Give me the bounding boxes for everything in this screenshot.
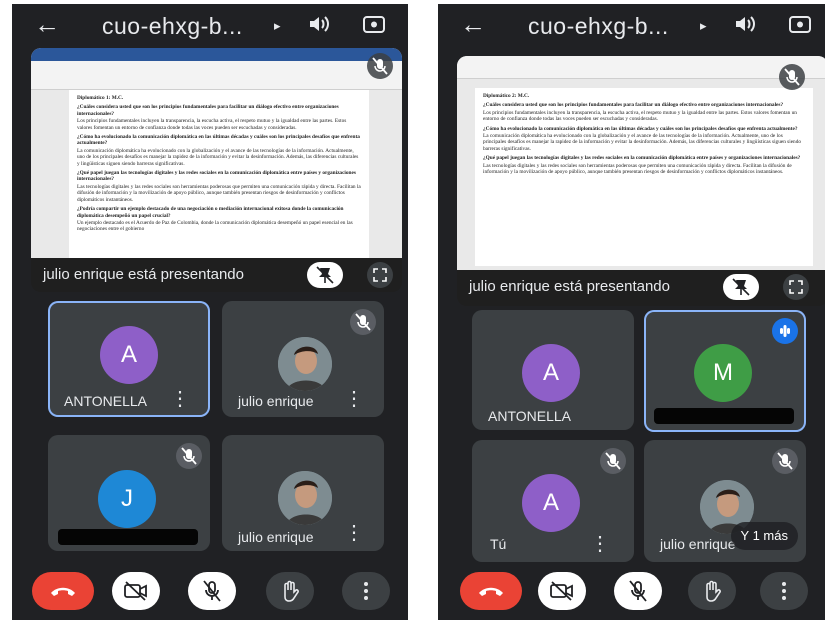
avatar: J: [98, 470, 156, 528]
unpin-button[interactable]: [723, 274, 759, 300]
mic-off-icon: [772, 448, 798, 474]
redacted-name: [58, 529, 198, 545]
presentation-area[interactable]: Diplomático 1: M.C. ¿Cuáles considera us…: [31, 48, 402, 292]
mic-off-button[interactable]: [188, 572, 236, 610]
doc-heading: Diplomático 1: M.C.: [77, 95, 124, 101]
more-options-button[interactable]: [342, 572, 390, 610]
word-toolbar: [457, 56, 825, 79]
participant-tile-you[interactable]: A Tú ⋮: [472, 440, 634, 562]
participant-tile-m[interactable]: M: [644, 310, 806, 432]
presenting-label: julio enrique está presentando: [43, 266, 244, 283]
more-vert-icon[interactable]: ⋮: [344, 389, 364, 409]
doc-heading: Diplomático 2: M.C.: [483, 93, 530, 99]
mic-off-icon: [350, 309, 376, 335]
doc-question-2: ¿Cómo ha evolucionado la comunicación di…: [483, 125, 798, 132]
participant-name: ANTONELLA: [488, 408, 571, 424]
more-vert-icon[interactable]: ⋮: [344, 523, 364, 543]
participant-tile-julio[interactable]: julio enrique Y 1 más: [644, 440, 806, 562]
word-toolbar: [31, 61, 402, 90]
caret-right-icon[interactable]: ▸: [274, 18, 281, 34]
participant-tile-julio[interactable]: julio enrique ⋮: [222, 301, 384, 417]
document-page: Diplomático 1: M.C. ¿Cuáles considera us…: [69, 90, 369, 258]
raise-hand-button[interactable]: [688, 572, 736, 610]
mic-off-icon: [176, 443, 202, 469]
camera-off-button[interactable]: [112, 572, 160, 610]
switch-camera-icon[interactable]: [362, 13, 386, 40]
doc-answer-1: Los principios fundamentales incluyen la…: [77, 118, 347, 131]
mic-off-icon: [779, 64, 805, 90]
doc-question-2: ¿Cómo ha evolucionado la comunicación di…: [77, 134, 360, 147]
more-participants-chip[interactable]: Y 1 más: [730, 522, 798, 550]
doc-answer-2: La comunicación diplomática ha evolucion…: [483, 133, 801, 152]
participant-name: Tú: [490, 536, 507, 552]
avatar: M: [694, 344, 752, 402]
end-call-button[interactable]: [32, 572, 94, 610]
doc-answer-1: Los principios fundamentales incluyen la…: [483, 109, 797, 123]
speaker-icon[interactable]: [734, 14, 756, 39]
participant-tile-antonella[interactable]: A ANTONELLA: [472, 310, 634, 430]
doc-answer-3: Las tecnologías digitales y las redes so…: [77, 183, 361, 203]
participant-photo: [278, 471, 332, 525]
presenting-label: julio enrique está presentando: [469, 278, 670, 295]
mic-off-icon: [367, 53, 393, 79]
meeting-code[interactable]: cuo-ehxg-b...: [528, 13, 669, 40]
avatar: A: [522, 474, 580, 532]
doc-answer-2: La comunicación diplomática ha evolucion…: [77, 147, 359, 167]
doc-answer-3: Las tecnologías digitales y las redes so…: [483, 162, 792, 176]
back-arrow-icon[interactable]: ←: [460, 11, 486, 37]
fullscreen-icon[interactable]: [367, 262, 393, 288]
doc-question-4: ¿Podría compartir un ejemplo destacado d…: [77, 206, 344, 219]
redacted-name: [654, 408, 794, 424]
participant-name: julio enrique: [660, 536, 736, 552]
mic-off-icon: [600, 448, 626, 474]
doc-question-1: ¿Cuáles considera usted que son los prin…: [77, 104, 339, 117]
doc-answer-4: Un ejemplo destacado es el Acuerdo de Pa…: [77, 219, 353, 233]
presentation-area[interactable]: Diplomático 2: M.C. ¿Cuáles considera us…: [457, 56, 825, 306]
participant-tile-julio-2[interactable]: julio enrique ⋮: [222, 435, 384, 551]
document-page: Diplomático 2: M.C. ¿Cuáles considera us…: [475, 88, 813, 266]
participant-name: ANTONELLA: [64, 393, 147, 409]
avatar: A: [100, 326, 158, 384]
mic-off-button[interactable]: [614, 572, 662, 610]
meet-screen-left: ← cuo-ehxg-b... ▸ Diplomático 1: M.C. ¿C…: [12, 4, 408, 620]
participant-tile-antonella[interactable]: A ANTONELLA ⋮: [48, 301, 210, 417]
end-call-button[interactable]: [460, 572, 522, 610]
participant-photo: [278, 337, 332, 391]
doc-question-3: ¿Qué papel juegan las tecnologías digita…: [483, 155, 801, 162]
top-bar: ← cuo-ehxg-b... ▸: [12, 4, 408, 48]
doc-question-3: ¿Qué papel juegan las tecnologías digita…: [77, 170, 356, 183]
more-options-button[interactable]: [760, 572, 808, 610]
participant-name: julio enrique: [238, 529, 314, 545]
speaking-icon: [772, 318, 798, 344]
fullscreen-icon[interactable]: [783, 274, 809, 300]
raise-hand-button[interactable]: [266, 572, 314, 610]
meet-screen-right: ← cuo-ehxg-b... ▸ Diplomático 2: M.C. ¿C…: [438, 4, 825, 620]
camera-off-button[interactable]: [538, 572, 586, 610]
speaker-icon[interactable]: [308, 14, 330, 39]
more-vert-icon[interactable]: ⋮: [170, 389, 190, 409]
caret-right-icon[interactable]: ▸: [700, 18, 707, 34]
word-ribbon: [31, 48, 402, 61]
doc-question-1: ¿Cuáles considera usted que son los prin…: [483, 102, 784, 109]
shared-document: Diplomático 1: M.C. ¿Cuáles considera us…: [31, 48, 402, 258]
back-arrow-icon[interactable]: ←: [34, 11, 60, 37]
more-vert-icon[interactable]: ⋮: [590, 534, 610, 554]
avatar: A: [522, 344, 580, 402]
meeting-code[interactable]: cuo-ehxg-b...: [102, 13, 243, 40]
top-bar: ← cuo-ehxg-b... ▸: [438, 4, 825, 48]
unpin-button[interactable]: [307, 262, 343, 288]
participant-name: julio enrique: [238, 393, 314, 409]
shared-document: Diplomático 2: M.C. ¿Cuáles considera us…: [457, 56, 825, 270]
participant-tile-j[interactable]: J: [48, 435, 210, 551]
switch-camera-icon[interactable]: [788, 13, 812, 40]
